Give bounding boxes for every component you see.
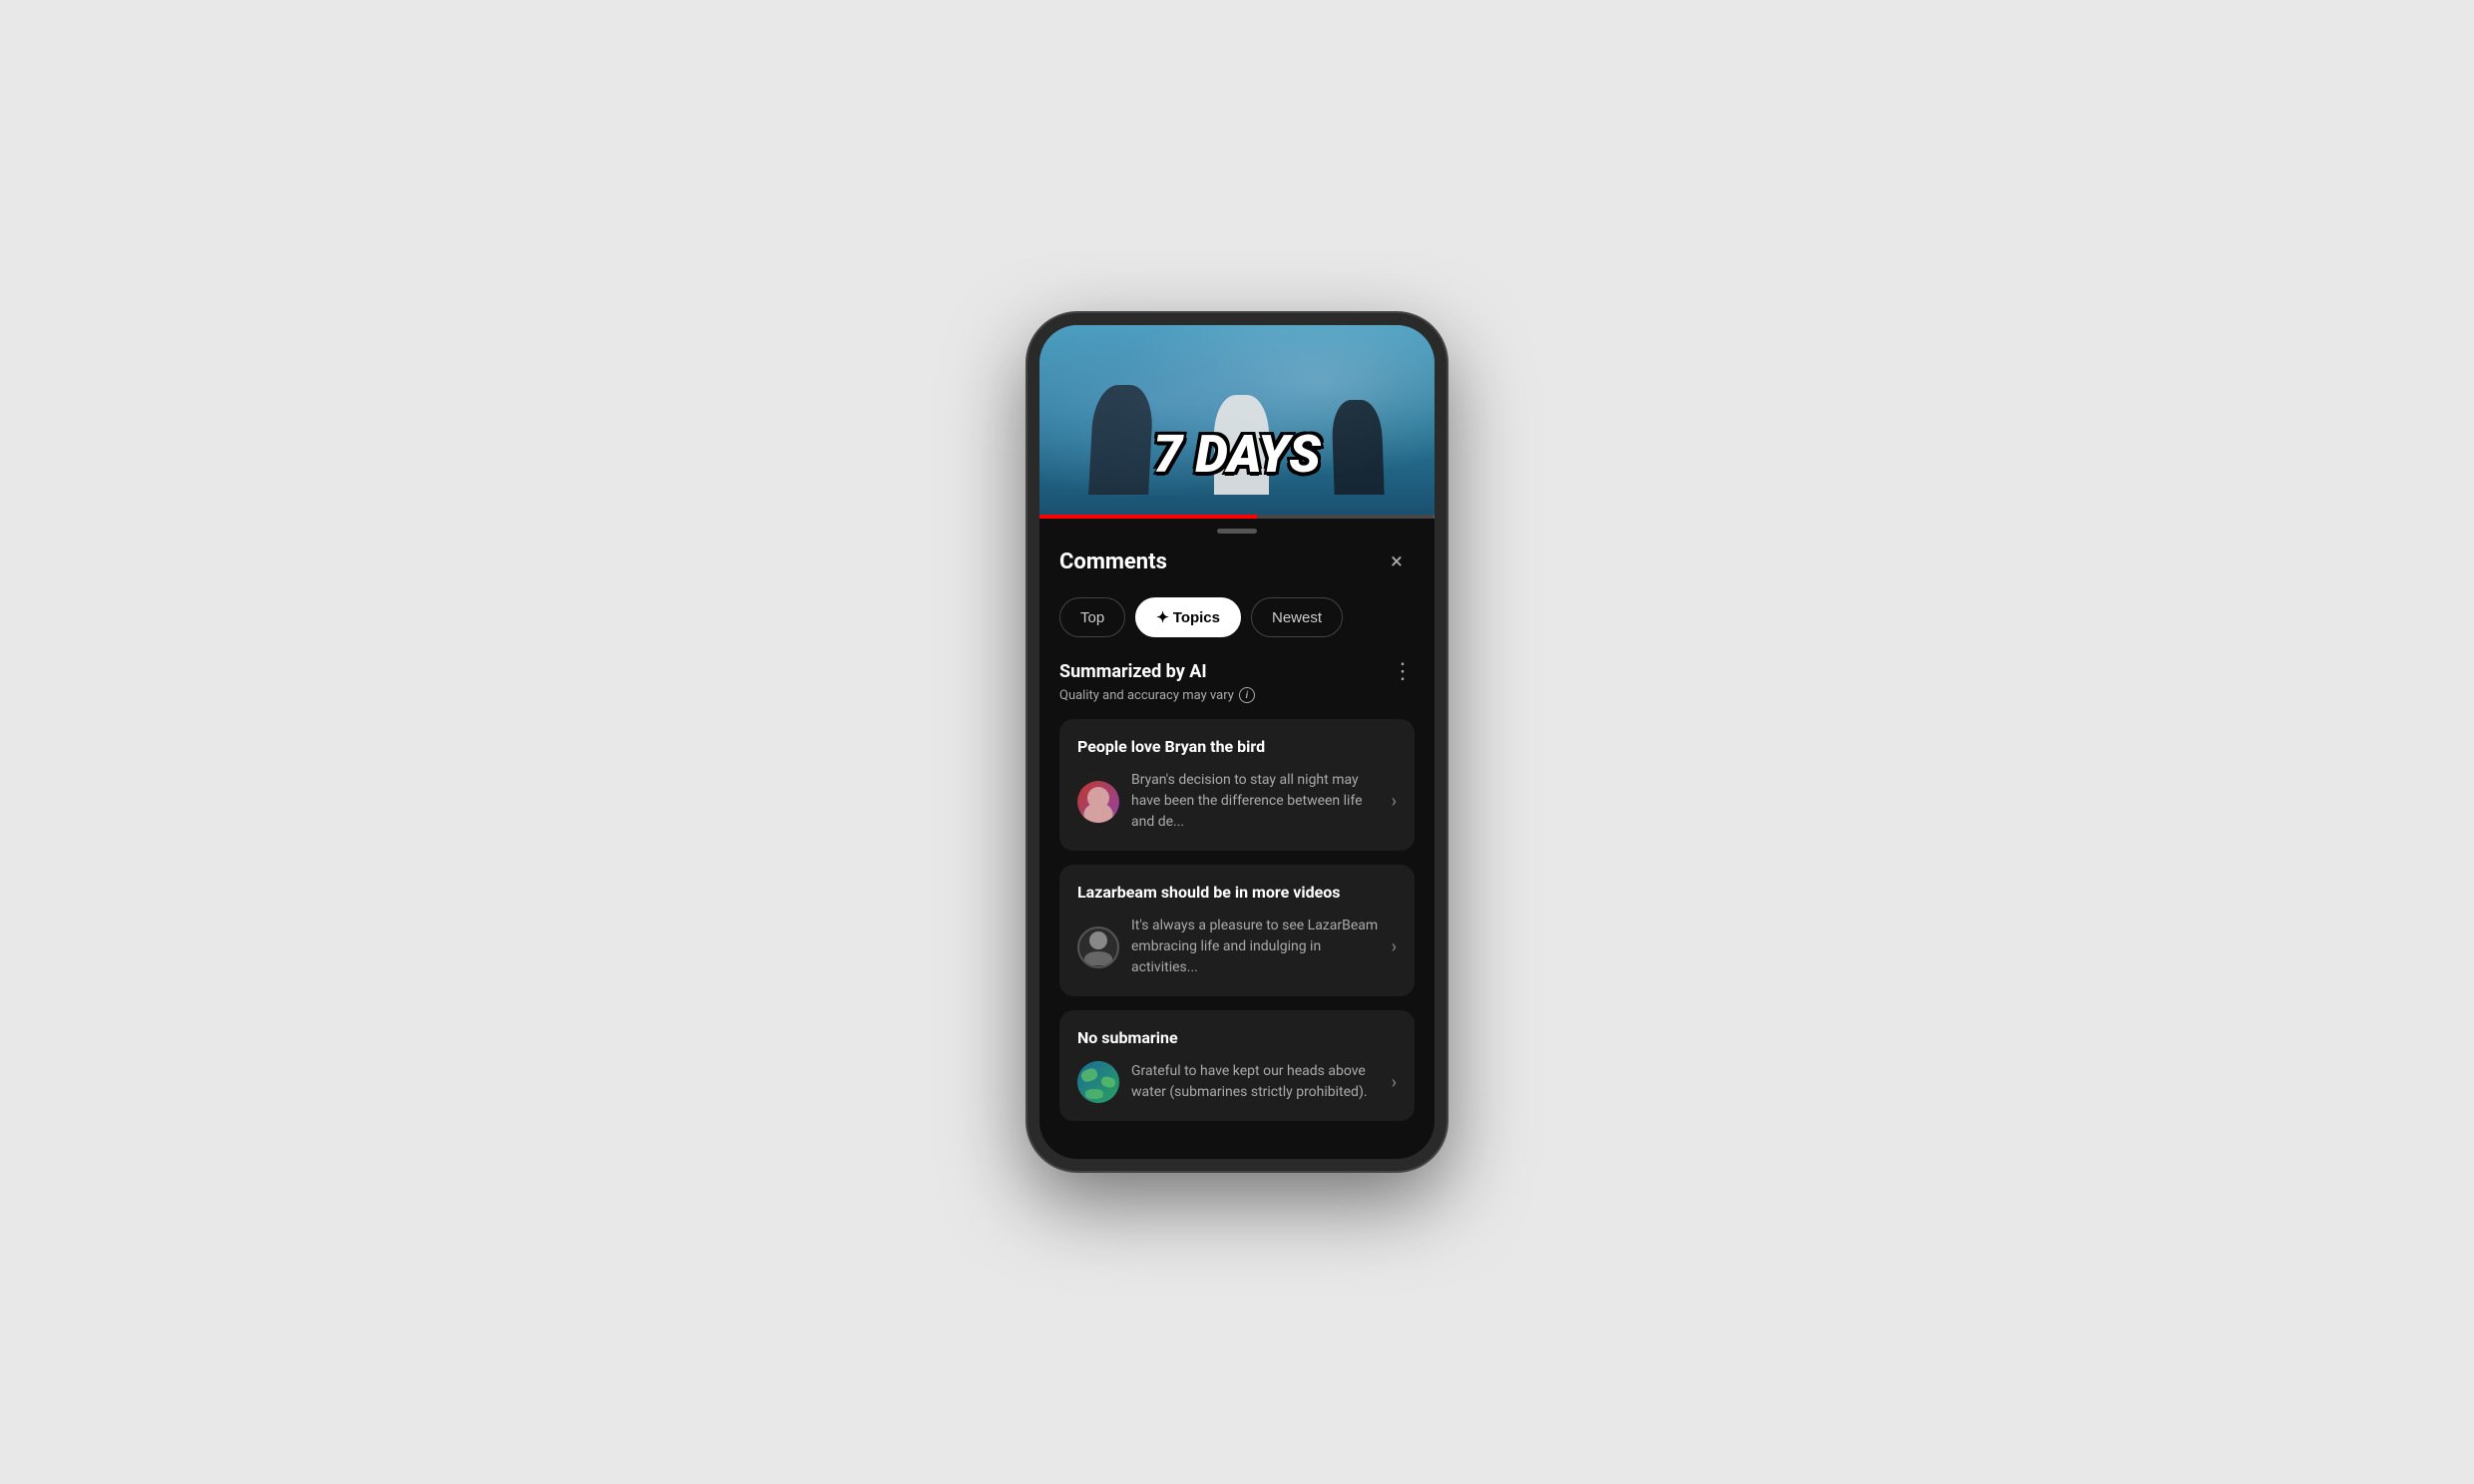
tab-topics[interactable]: ✦Topics: [1135, 597, 1241, 637]
ai-summary-header: Summarized by AI ⋮: [1059, 661, 1415, 683]
avatar-2: [1077, 927, 1119, 968]
silhouette-left: [1088, 385, 1154, 495]
topic-card-bryan[interactable]: People love Bryan the bird Bryan's decis…: [1059, 719, 1415, 851]
topic-card-lazarbeam-body: It's always a pleasure to see LazarBeam …: [1077, 916, 1397, 978]
drag-indicator-area: [1039, 519, 1435, 540]
topic-card-bryan-body: Bryan's decision to stay all night may h…: [1077, 770, 1397, 833]
comments-header: Comments ×: [1059, 540, 1415, 597]
topic-card-lazarbeam-text: It's always a pleasure to see LazarBeam …: [1131, 916, 1380, 978]
topic-card-submarine[interactable]: No submarine Grateful to have kept our h…: [1059, 1010, 1415, 1121]
topic-card-submarine-title: No submarine: [1077, 1028, 1397, 1047]
filter-tabs: Top ✦Topics Newest: [1059, 597, 1415, 637]
more-options-button[interactable]: ⋮: [1392, 661, 1415, 683]
silhouette-right: [1331, 400, 1384, 495]
topic-card-submarine-text: Grateful to have kept our heads above wa…: [1131, 1061, 1380, 1103]
info-icon[interactable]: i: [1239, 687, 1255, 703]
topic-card-lazarbeam-title: Lazarbeam should be in more videos: [1077, 883, 1397, 902]
tab-topics-label: Topics: [1173, 609, 1220, 626]
avatar-3: [1077, 1061, 1119, 1103]
chevron-right-icon-3: ›: [1392, 1072, 1397, 1093]
video-area: 7 DAYS: [1039, 325, 1435, 515]
tab-newest[interactable]: Newest: [1251, 597, 1343, 637]
ai-summary-subtitle: Quality and accuracy may vary i: [1059, 687, 1415, 703]
ai-summary-title: Summarized by AI: [1059, 661, 1207, 682]
close-button[interactable]: ×: [1379, 544, 1415, 579]
tab-top[interactable]: Top: [1059, 597, 1125, 637]
video-progress-fill: [1039, 515, 1257, 519]
video-progress-bar[interactable]: [1039, 515, 1435, 519]
chevron-right-icon-1: ›: [1392, 791, 1397, 812]
video-title-text: 7 DAYS: [1153, 424, 1321, 485]
topic-card-lazarbeam[interactable]: Lazarbeam should be in more videos It's …: [1059, 865, 1415, 996]
topic-card-bryan-title: People love Bryan the bird: [1077, 737, 1397, 756]
avatar-1: [1077, 781, 1119, 823]
chevron-right-icon-2: ›: [1392, 936, 1397, 957]
comments-panel: Comments × Top ✦Topics Newest Summarized…: [1039, 540, 1435, 1159]
sparkle-icon: ✦: [1156, 609, 1169, 626]
phone-frame: 7 DAYS Comments × Top ✦Topics Newest Sum…: [1028, 313, 1446, 1171]
drag-pill: [1217, 529, 1257, 534]
topic-card-bryan-text: Bryan's decision to stay all night may h…: [1131, 770, 1380, 833]
topic-card-submarine-body: Grateful to have kept our heads above wa…: [1077, 1061, 1397, 1103]
ai-summary-subtitle-text: Quality and accuracy may vary: [1059, 688, 1234, 703]
comments-title: Comments: [1059, 550, 1167, 574]
